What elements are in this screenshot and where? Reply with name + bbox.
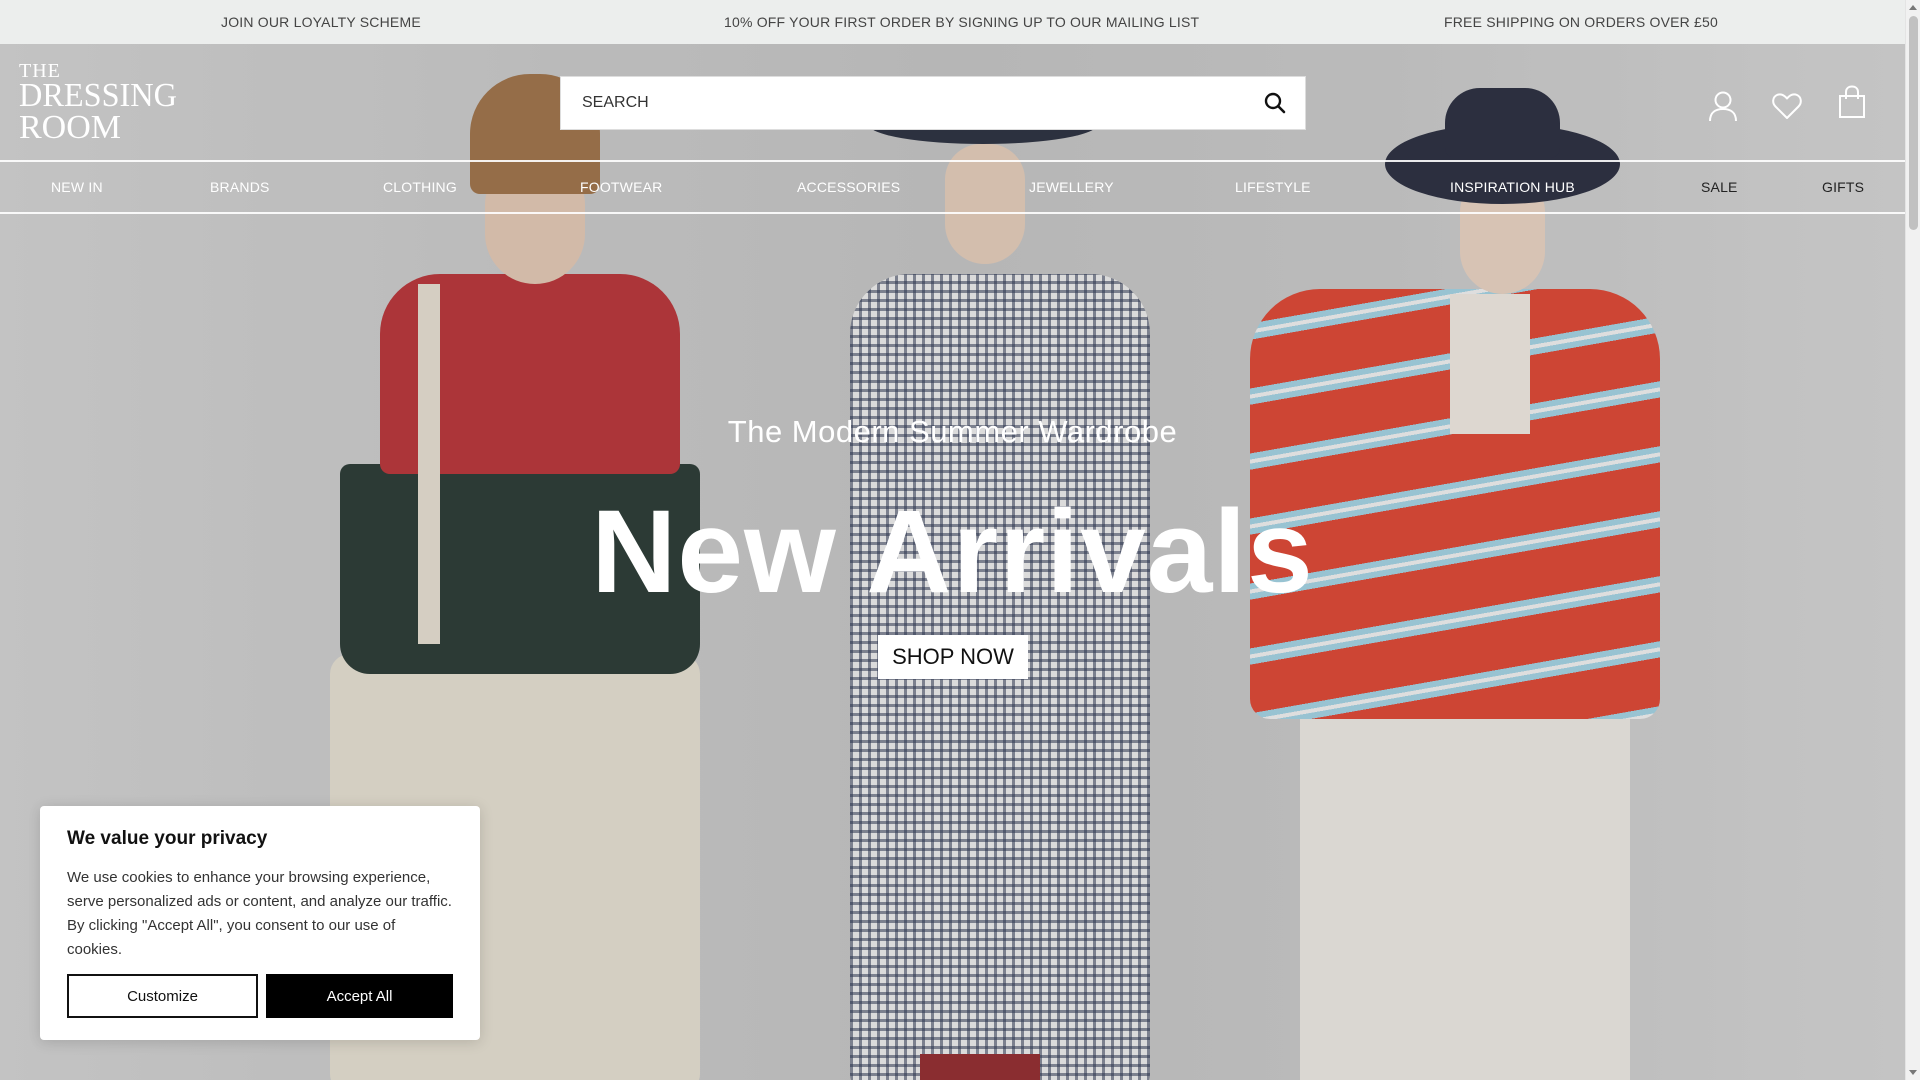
site-logo[interactable]: THE DRESSING ROOM (19, 61, 189, 146)
page-scrollbar[interactable] (1905, 0, 1920, 1080)
search-bar (560, 76, 1306, 130)
accept-all-button[interactable]: Accept All (266, 974, 453, 1018)
cookie-title: We value your privacy (67, 828, 268, 849)
hero-subtitle: The Modern Summer Wardrobe (727, 414, 1178, 449)
scrollbar-thumb[interactable] (1909, 16, 1918, 230)
customize-button[interactable]: Customize (67, 974, 258, 1018)
nav-item-gifts[interactable]: GIFTS (1822, 179, 1864, 195)
cookie-body-text: We use cookies to enhance your browsing … (67, 869, 452, 958)
announcement-free-shipping[interactable]: FREE SHIPPING ON ORDERS OVER £50 (1444, 14, 1718, 30)
announcement-loyalty[interactable]: JOIN OUR LOYALTY SCHEME (221, 14, 421, 30)
nav-item-inspiration-hub[interactable]: INSPIRATION HUB (1450, 179, 1575, 195)
nav-item-jewellery[interactable]: JEWELLERY (1029, 179, 1114, 195)
shop-now-button[interactable]: SHOP NOW (878, 635, 1028, 679)
cookie-button-group: Customize Accept All (67, 974, 453, 1018)
search-icon[interactable] (1245, 77, 1305, 129)
shopping-bag-icon[interactable] (1834, 84, 1870, 120)
search-input[interactable] (561, 77, 1245, 129)
scroll-up-arrow-icon[interactable] (1909, 5, 1917, 10)
logo-line-3: ROOM (19, 108, 122, 146)
nav-item-clothing[interactable]: CLOTHING (383, 179, 457, 195)
nav-item-new-in[interactable]: NEW IN (51, 179, 103, 195)
nav-item-lifestyle[interactable]: LIFESTYLE (1235, 179, 1311, 195)
announcement-bar: JOIN OUR LOYALTY SCHEME 10% OFF YOUR FIR… (0, 0, 1905, 44)
nav-item-sale[interactable]: SALE (1701, 179, 1738, 195)
cookie-consent-dialog: We value your privacy We use cookies to … (40, 806, 480, 1040)
scroll-down-arrow-icon[interactable] (1909, 1070, 1917, 1075)
main-navigation: NEW IN BRANDS CLOTHING FOOTWEAR ACCESSOR… (0, 162, 1905, 212)
wishlist-heart-icon[interactable] (1769, 88, 1805, 124)
logo-line-2: DRESSING (19, 77, 177, 115)
hero-title: New Arrivals (591, 486, 1314, 618)
nav-item-accessories[interactable]: ACCESSORIES (797, 179, 900, 195)
nav-item-footwear[interactable]: FOOTWEAR (580, 179, 662, 195)
announcement-mailing-list[interactable]: 10% OFF YOUR FIRST ORDER BY SIGNING UP T… (724, 14, 1199, 30)
account-icon[interactable] (1705, 88, 1741, 124)
nav-divider-bottom (0, 212, 1905, 214)
nav-item-brands[interactable]: BRANDS (210, 179, 270, 195)
